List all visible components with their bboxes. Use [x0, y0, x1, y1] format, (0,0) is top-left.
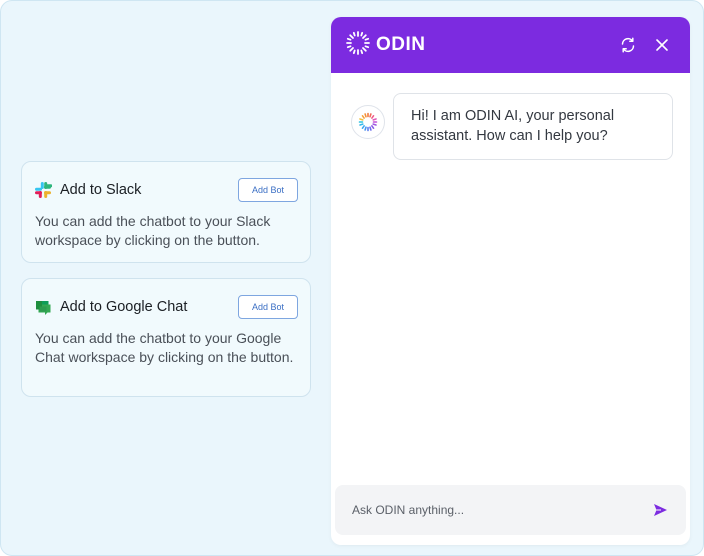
- card-title: Add to Slack: [60, 182, 142, 198]
- card-description: You can add the chatbot to your Slack wo…: [35, 213, 271, 248]
- refresh-icon[interactable]: [616, 33, 640, 57]
- send-icon[interactable]: [650, 500, 670, 520]
- google-chat-icon: [34, 298, 52, 316]
- chat-input-bar: [335, 485, 686, 535]
- slack-icon: [34, 181, 53, 199]
- chat-widget: ODIN Hi! I am ODIN AI, your personal ass…: [331, 17, 690, 545]
- bot-message: Hi! I am ODIN AI, your personal assistan…: [351, 93, 673, 160]
- page-background: Add to Slack Add Bot You can add the cha…: [0, 0, 704, 556]
- card-description: You can add the chatbot to your Google C…: [35, 330, 294, 365]
- slack-integration-card: Add to Slack Add Bot You can add the cha…: [21, 161, 311, 263]
- brand: ODIN: [345, 30, 606, 61]
- google-chat-integration-card: Add to Google Chat Add Bot You can add t…: [21, 278, 311, 397]
- brand-name: ODIN: [376, 34, 426, 55]
- card-header: Add to Slack Add Bot: [34, 178, 298, 202]
- close-icon[interactable]: [650, 33, 674, 57]
- card-title: Add to Google Chat: [60, 299, 188, 315]
- add-bot-button-google-chat[interactable]: Add Bot: [238, 295, 298, 319]
- chat-header: ODIN: [331, 17, 690, 73]
- add-bot-button-slack[interactable]: Add Bot: [238, 178, 298, 202]
- card-header: Add to Google Chat Add Bot: [34, 295, 298, 319]
- message-bubble: Hi! I am ODIN AI, your personal assistan…: [393, 93, 673, 160]
- chat-input[interactable]: [352, 503, 650, 517]
- bot-avatar-icon: [351, 105, 385, 139]
- odin-logo-icon: [345, 30, 371, 61]
